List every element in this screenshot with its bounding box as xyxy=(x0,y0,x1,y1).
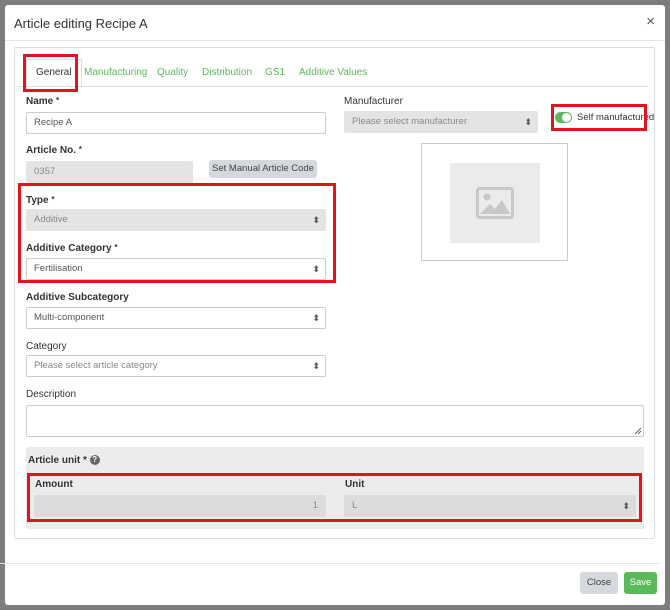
close-icon[interactable]: × xyxy=(646,14,655,29)
manufacturer-select[interactable]: Please select manufacturer xyxy=(344,111,538,133)
tab-manufacturing[interactable]: Manufacturing xyxy=(84,59,147,87)
amount-input[interactable]: 1 xyxy=(34,495,326,517)
tab-general[interactable]: General xyxy=(26,59,82,87)
unit-label: Unit xyxy=(345,479,365,490)
article-no-label: Article No. * xyxy=(26,145,82,156)
dialog-header: Article editing Recipe A × xyxy=(5,5,665,41)
set-manual-article-code-button[interactable]: Set Manual Article Code xyxy=(209,160,317,178)
tab-additive-values[interactable]: Additive Values xyxy=(299,59,367,87)
additive-subcategory-select[interactable]: Multi-component xyxy=(26,307,326,329)
type-label: Type * xyxy=(26,195,55,206)
tab-gs1[interactable]: GS1 xyxy=(265,59,285,87)
description-textarea[interactable] xyxy=(26,405,644,437)
additive-category-label: Additive Category * xyxy=(26,243,118,254)
article-no-input[interactable]: 0357 xyxy=(26,161,193,183)
close-button[interactable]: Close xyxy=(580,572,618,594)
resize-handle-icon[interactable] xyxy=(634,427,642,435)
dialog-title: Article editing Recipe A xyxy=(14,16,148,31)
description-label: Description xyxy=(26,389,77,400)
article-image-box[interactable] xyxy=(421,143,568,261)
unit-select[interactable]: L xyxy=(344,495,636,517)
amount-label: Amount xyxy=(35,479,73,490)
tab-divider xyxy=(18,86,648,87)
save-button[interactable]: Save xyxy=(624,572,657,594)
dialog-footer xyxy=(0,563,660,600)
help-icon[interactable]: ? xyxy=(89,455,100,466)
self-manufactured-toggle[interactable] xyxy=(555,112,572,123)
tab-distribution[interactable]: Distribution xyxy=(202,59,252,87)
manufacturer-label: Manufacturer xyxy=(344,96,403,107)
toggle-knob xyxy=(562,113,571,122)
additive-subcategory-label: Additive Subcategory xyxy=(26,292,129,303)
self-manufactured-label: Self manufactured xyxy=(577,112,655,123)
tab-quality[interactable]: Quality xyxy=(157,59,188,87)
type-select[interactable]: Additive xyxy=(26,209,326,231)
additive-category-select[interactable]: Fertilisation xyxy=(26,258,326,280)
name-input[interactable]: Recipe A xyxy=(26,112,326,134)
image-placeholder-icon xyxy=(476,187,514,219)
category-label: Category xyxy=(26,341,67,352)
name-label: Name * xyxy=(26,96,60,107)
article-unit-label: Article unit * ? xyxy=(28,455,100,466)
category-select[interactable]: Please select article category xyxy=(26,355,326,377)
image-placeholder xyxy=(450,163,540,243)
